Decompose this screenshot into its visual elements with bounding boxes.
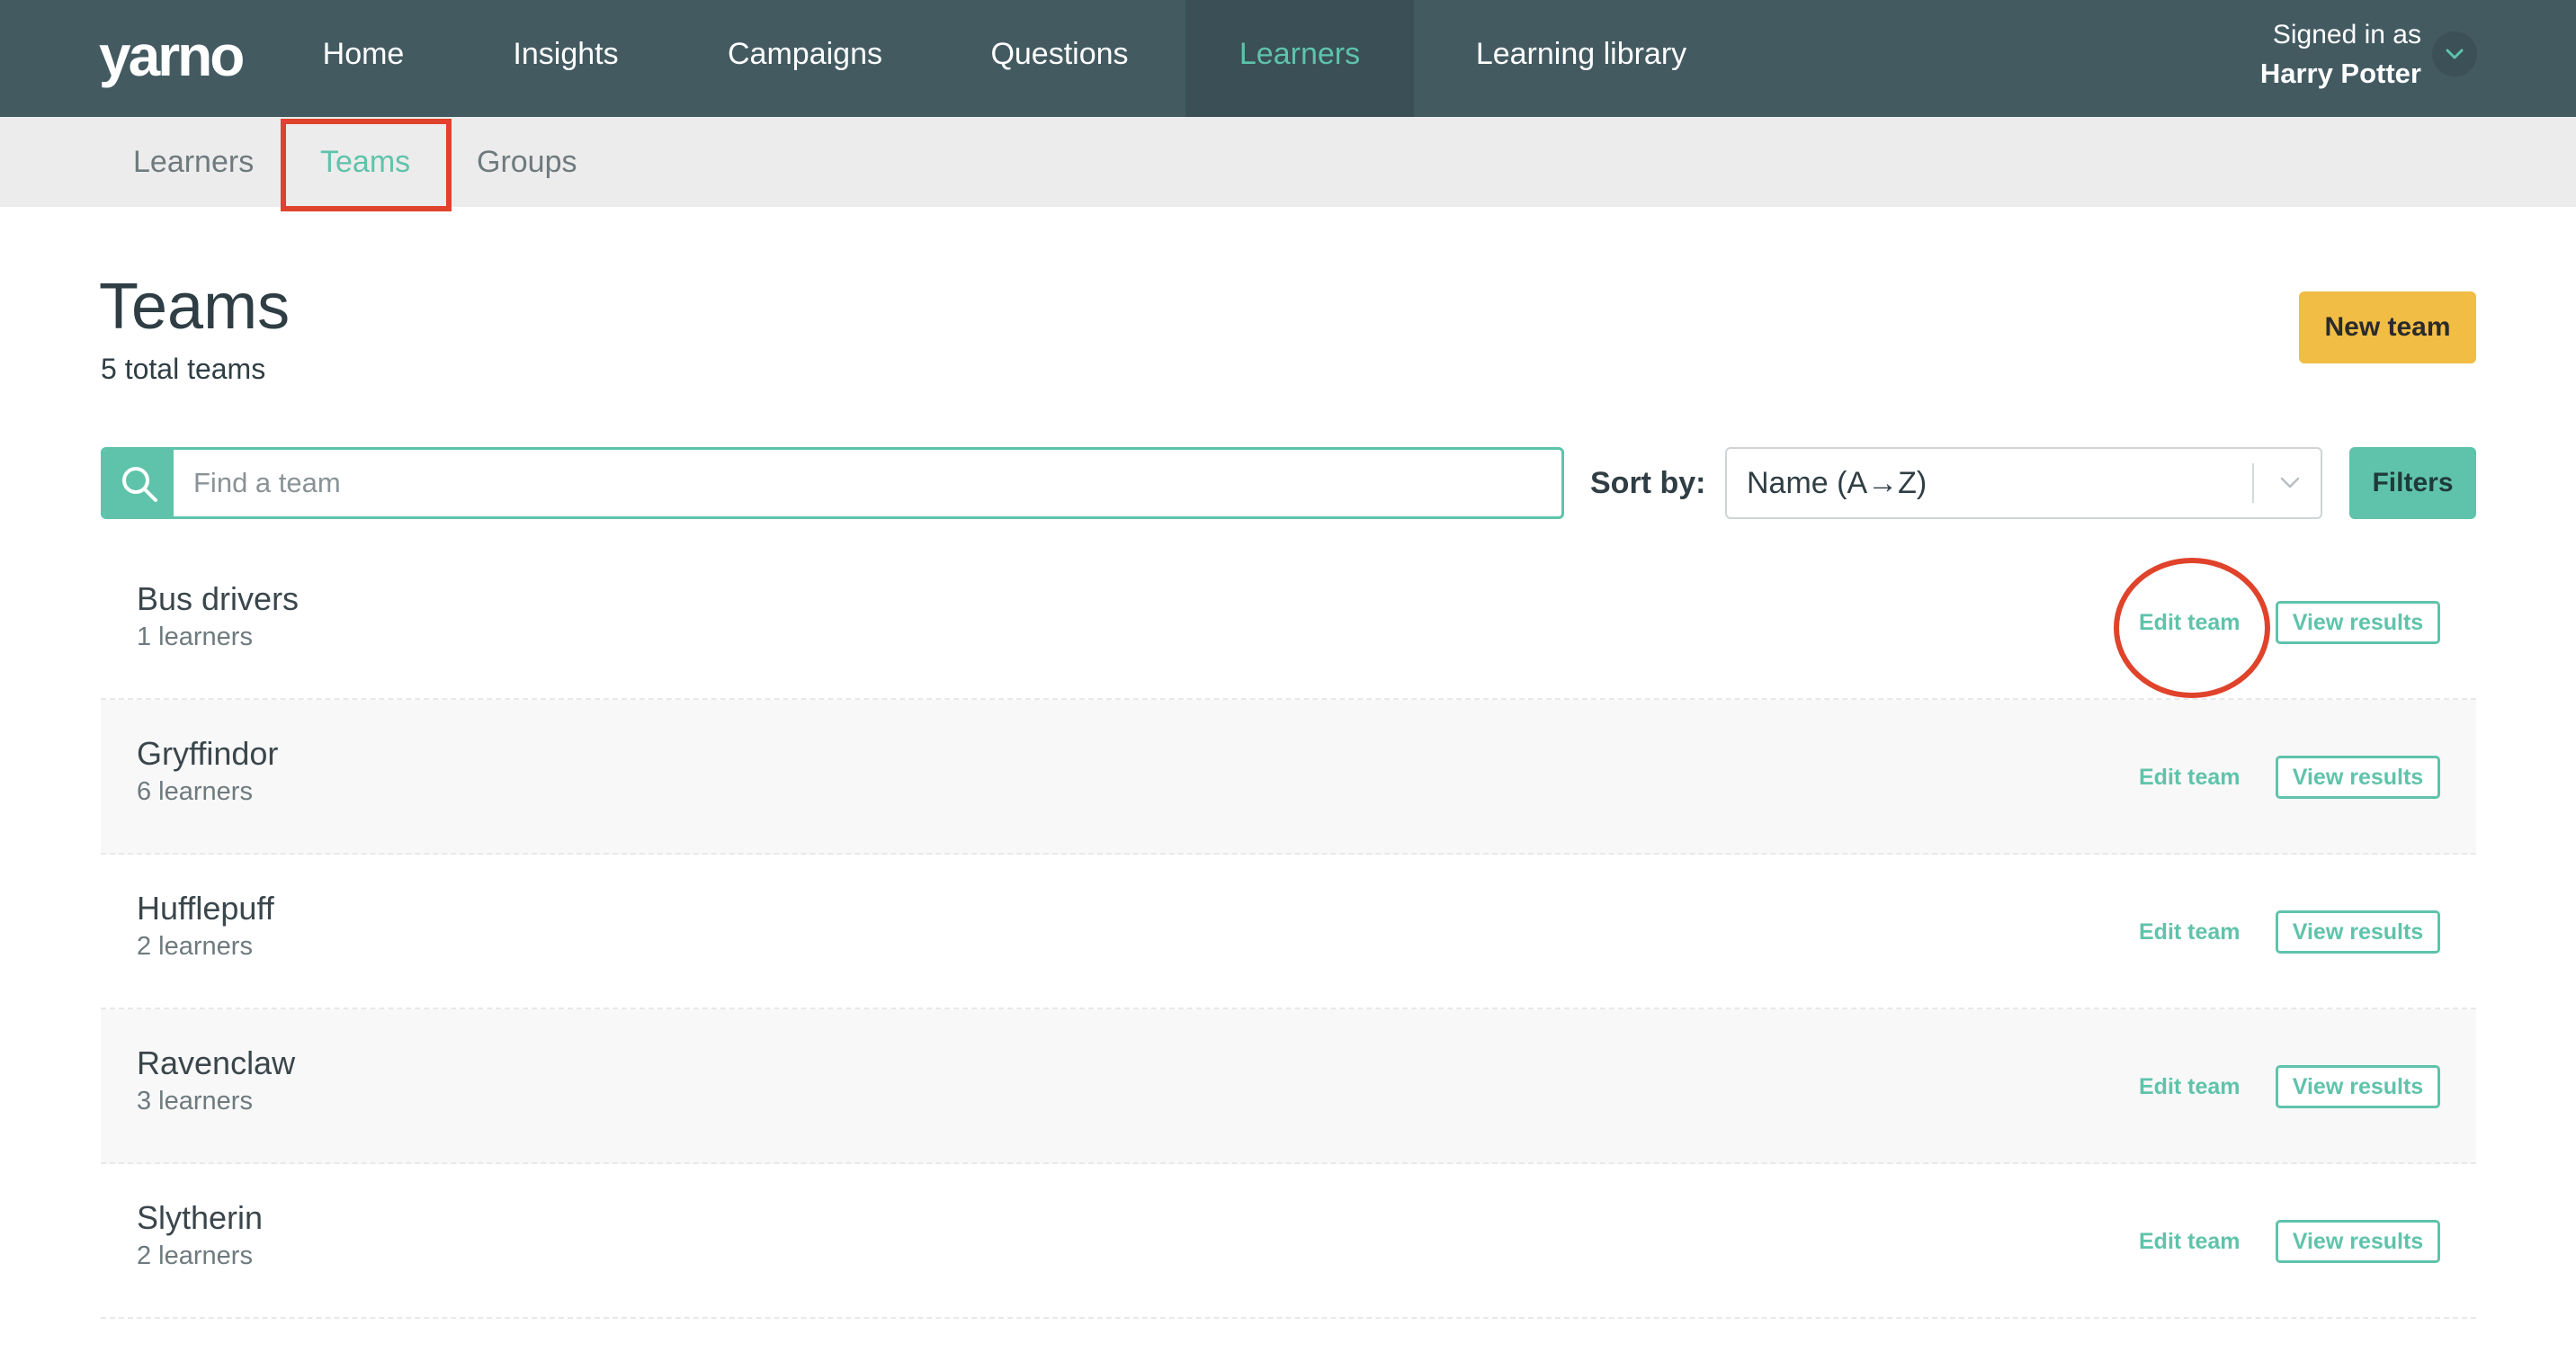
nav-item-learning-library[interactable]: Learning library <box>1446 0 1716 117</box>
edit-team-link[interactable]: Edit team <box>2139 1164 2241 1319</box>
view-results-button[interactable]: View results <box>2276 756 2440 799</box>
team-total-count: 5 total teams <box>101 353 266 385</box>
team-name[interactable]: Bus drivers <box>137 578 299 621</box>
nav-item-home[interactable]: Home <box>300 0 426 117</box>
nav-item-learners[interactable]: Learners <box>1185 0 1414 117</box>
edit-team-link[interactable]: Edit team <box>2139 855 2241 1009</box>
nav-item-insights[interactable]: Insights <box>480 0 651 117</box>
team-name[interactable]: Hufflepuff <box>137 887 274 930</box>
team-learner-count: 2 learners <box>137 1241 253 1270</box>
team-row: Slytherin 2 learners Edit team View resu… <box>101 1164 2476 1319</box>
sort-label: Sort by: <box>1590 466 1706 500</box>
chevron-down-icon <box>2280 477 2300 488</box>
search-button[interactable] <box>103 450 174 516</box>
team-learner-count: 2 learners <box>137 932 253 961</box>
chevron-down-icon <box>2446 49 2464 59</box>
team-learner-count: 3 learners <box>137 1087 253 1116</box>
nav-item-questions[interactable]: Questions <box>957 0 1162 117</box>
edit-team-link[interactable]: Edit team <box>2139 545 2241 700</box>
page-title: Teams <box>99 271 291 343</box>
nav-item-campaigns[interactable]: Campaigns <box>702 0 908 117</box>
view-results-button[interactable]: View results <box>2276 1220 2440 1263</box>
team-row: Hufflepuff 2 learners Edit team View res… <box>101 855 2476 1009</box>
user-menu-toggle[interactable] <box>2432 31 2477 76</box>
sort-value: Name (A→Z) <box>1747 466 1928 500</box>
search-input[interactable] <box>193 450 1543 516</box>
filters-button[interactable]: Filters <box>2349 447 2476 519</box>
search-icon <box>122 467 157 502</box>
subnav-item-groups[interactable]: Groups <box>477 117 577 207</box>
team-learner-count: 6 learners <box>137 777 253 806</box>
team-row: Gryffindor 6 learners Edit team View res… <box>101 700 2476 855</box>
subnav-item-learners[interactable]: Learners <box>133 117 254 207</box>
team-name[interactable]: Ravenclaw <box>137 1042 295 1085</box>
edit-team-link[interactable]: Edit team <box>2139 1009 2241 1164</box>
team-row: Ravenclaw 3 learners Edit team View resu… <box>101 1009 2476 1164</box>
edit-team-link[interactable]: Edit team <box>2139 700 2241 855</box>
signed-in-label: Signed in as <box>2272 20 2421 49</box>
select-divider <box>2252 463 2254 503</box>
team-name[interactable]: Slytherin <box>137 1196 263 1240</box>
user-name: Harry Potter <box>2259 58 2421 89</box>
top-nav: yarno Home Insights Campaigns Questions … <box>0 0 2576 117</box>
sort-select[interactable]: Name (A→Z) <box>1725 447 2322 519</box>
new-team-button[interactable]: New team <box>2299 291 2476 363</box>
view-results-button[interactable]: View results <box>2276 1065 2440 1108</box>
yarno-logo[interactable]: yarno <box>99 20 245 92</box>
view-results-button[interactable]: View results <box>2276 910 2440 954</box>
view-results-button[interactable]: View results <box>2276 601 2440 644</box>
team-learner-count: 1 learners <box>137 623 253 651</box>
highlight-box-teams-tab <box>281 119 452 211</box>
team-row: Bus drivers 1 learners Edit team View re… <box>101 545 2476 700</box>
team-name[interactable]: Gryffindor <box>137 732 278 775</box>
search-box <box>101 447 1564 519</box>
signed-in-block[interactable]: Signed in as Harry Potter <box>2260 16 2421 94</box>
